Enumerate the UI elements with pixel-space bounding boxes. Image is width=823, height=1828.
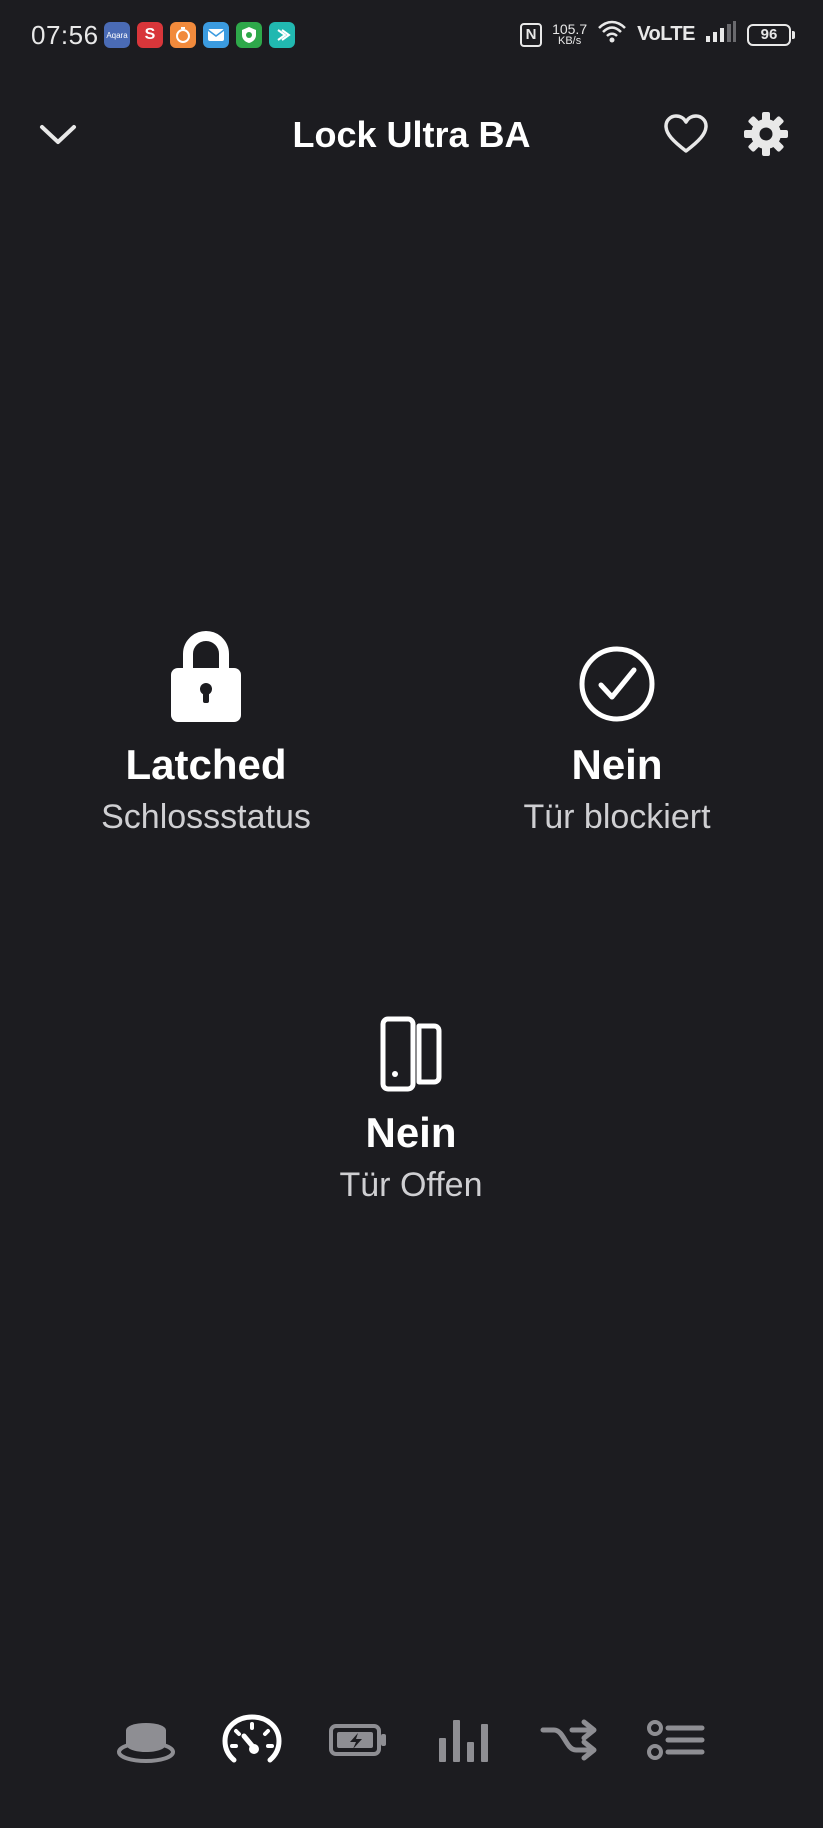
favorite-button[interactable] [660, 110, 712, 162]
door-open-label: Tür Offen [339, 1166, 483, 1204]
nav-stats-icon [436, 1716, 492, 1769]
nfc-icon: N [520, 22, 543, 47]
nav-battery-icon [328, 1722, 388, 1763]
lock-icon [46, 628, 366, 724]
door-open-value: Nein [365, 1109, 457, 1156]
nav-device-icon [116, 1716, 176, 1769]
net-speed: 105.7 KB/s [552, 20, 588, 47]
door-blocked-label: Tür blockiert [523, 798, 711, 836]
mail-app-icon [203, 22, 229, 48]
gear-icon [743, 111, 789, 162]
net-speed-value: 105.7 [552, 20, 588, 37]
wifi-icon [597, 20, 627, 49]
s-app-icon: S [137, 22, 163, 48]
notification-icons: Aqara S [104, 22, 295, 48]
teal-app-icon [269, 22, 295, 48]
door-blocked-value: Nein [571, 741, 663, 788]
net-speed-unit: KB/s [557, 34, 582, 47]
door-open-tile: Nein Tür Offen [251, 996, 571, 1206]
lock-status-label: Schlossstatus [101, 798, 311, 836]
header: Lock Ultra BA [0, 96, 823, 176]
status-time: 07:56 [31, 20, 99, 50]
nav-list[interactable] [641, 1714, 711, 1770]
signal-icon [705, 21, 737, 48]
nav-stats[interactable] [429, 1714, 499, 1770]
lock-status-value: Latched [125, 741, 287, 788]
nav-battery[interactable] [323, 1714, 393, 1770]
nav-device[interactable] [111, 1714, 181, 1770]
nav-list-icon [646, 1718, 706, 1767]
status-right: N 105.7 KB/s VoLTE 96 [520, 20, 795, 49]
nav-shuffle[interactable] [535, 1714, 605, 1770]
lock-status-tile: Latched Schlossstatus [46, 628, 366, 838]
network-type: VoLTE [637, 23, 695, 45]
door-open-icon [251, 996, 571, 1092]
timer-app-icon [170, 22, 196, 48]
heart-icon [663, 113, 709, 160]
nav-gauge[interactable] [217, 1713, 287, 1771]
battery-level: 96 [760, 26, 778, 43]
door-blocked-tile: Nein Tür blockiert [457, 628, 777, 838]
settings-button[interactable] [740, 110, 792, 162]
nav-gauge-icon [222, 1713, 282, 1771]
status-bar: 07:56 Aqara S N 105.7 KB/s VoLTE 96 [0, 0, 823, 72]
bottom-nav [0, 1700, 823, 1780]
battery-icon: 96 [747, 23, 795, 46]
aqara-icon: Aqara [104, 22, 130, 48]
vpn-app-icon [236, 22, 262, 48]
nav-shuffle-icon [540, 1718, 600, 1767]
check-circle-icon [457, 628, 777, 724]
